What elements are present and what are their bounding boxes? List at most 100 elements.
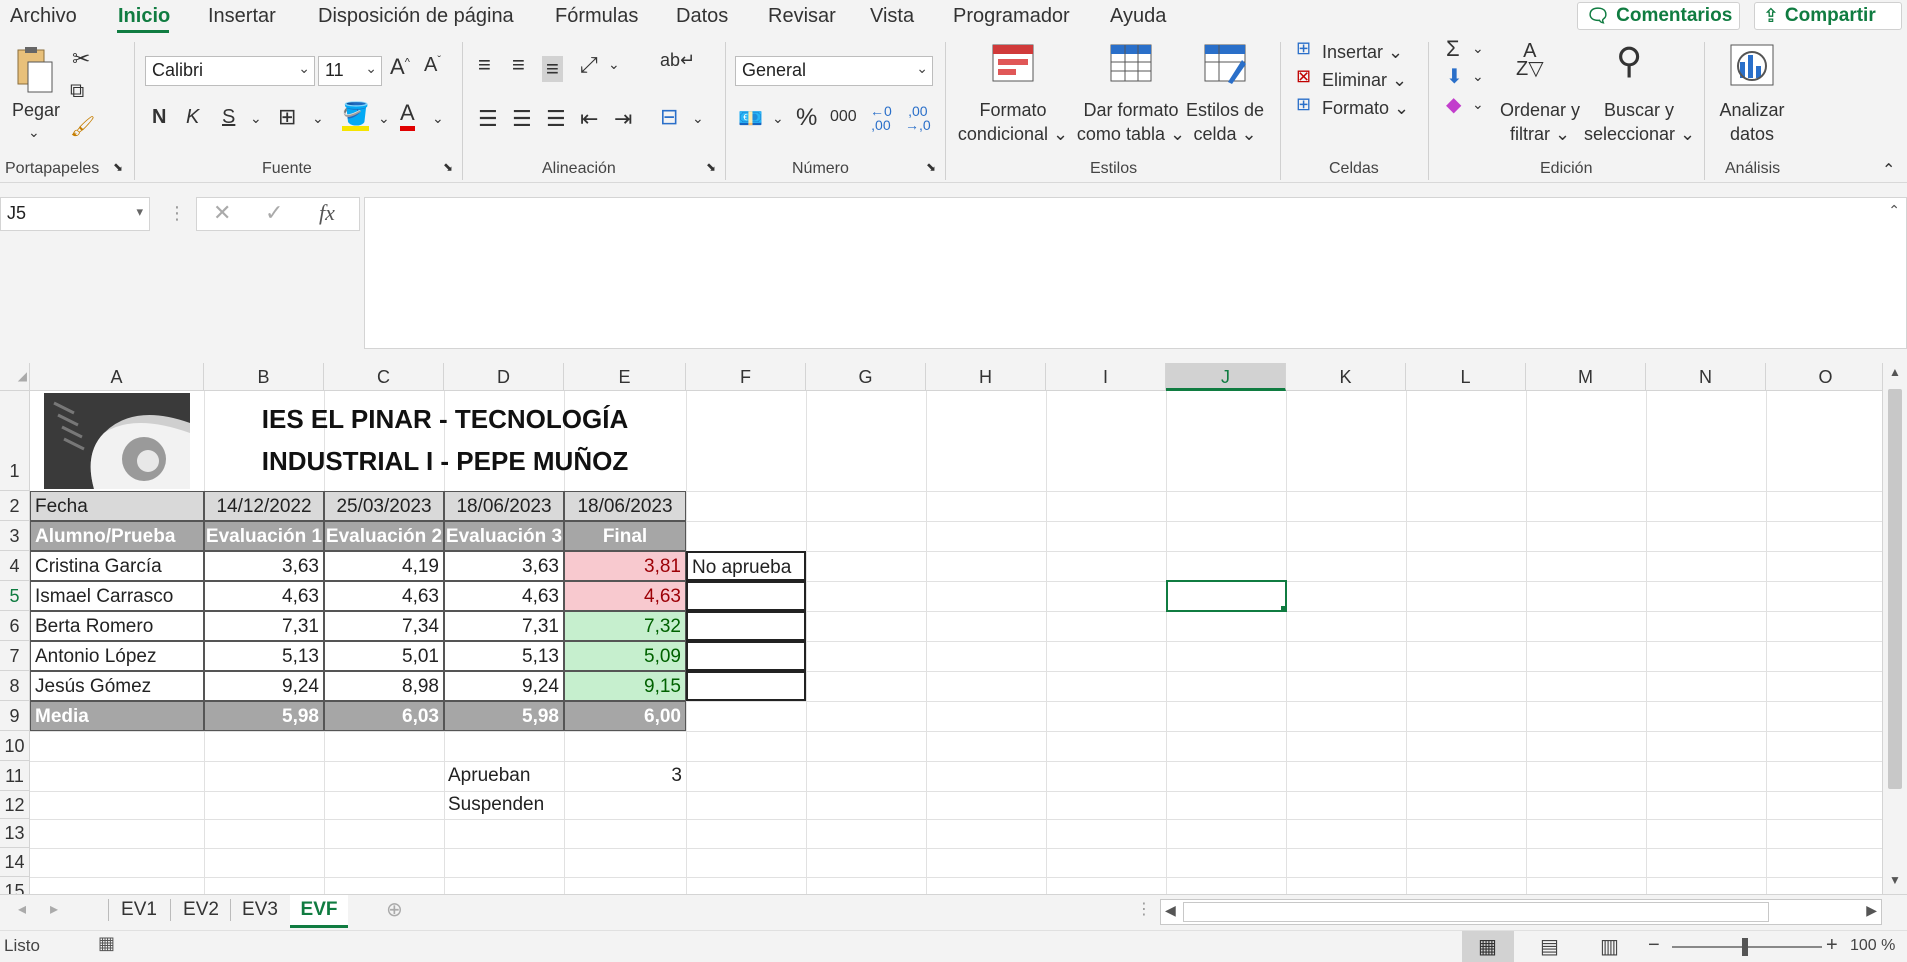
conditional-format-icon[interactable]	[990, 42, 1036, 86]
cell-c2[interactable]: 25/03/2023	[324, 491, 444, 521]
cell-b8[interactable]: 9,24	[204, 671, 324, 701]
chevron-down-icon[interactable]: ⌄	[1472, 40, 1484, 57]
insert-cells-button[interactable]: Insertar ⌄	[1322, 40, 1403, 64]
fill-icon[interactable]: ⬇	[1446, 64, 1463, 89]
row-header-9[interactable]: 9	[0, 701, 30, 731]
cell-a2[interactable]: Fecha	[30, 491, 204, 521]
column-header-n[interactable]: N	[1646, 363, 1766, 391]
cell-c3[interactable]: Evaluación 2	[324, 521, 444, 551]
cell-e3[interactable]: Final	[564, 521, 686, 551]
scroll-tabs-left-icon[interactable]: ◂	[18, 899, 26, 919]
number-format-select[interactable]: General ⌄	[735, 56, 933, 86]
add-sheet-icon[interactable]: ⊕	[386, 897, 403, 922]
column-header-m[interactable]: M	[1526, 363, 1646, 391]
collapse-formula-icon[interactable]: ⌃	[1888, 202, 1900, 219]
tab-ev2[interactable]: EV2	[172, 895, 230, 925]
merge-center-icon[interactable]: ⊟	[660, 104, 678, 130]
row-header-12[interactable]: 12	[0, 791, 30, 819]
row-header-1[interactable]: 1	[0, 391, 30, 491]
decrease-indent-icon[interactable]: ⇤	[580, 106, 598, 132]
cell-e5[interactable]: 4,63	[564, 581, 686, 611]
search-icon[interactable]: ⚲	[1616, 40, 1642, 82]
align-right-icon[interactable]: ☰	[546, 106, 566, 132]
menu-formulas[interactable]: Fórmulas	[555, 5, 638, 28]
chevron-down-icon[interactable]: ⌄	[250, 110, 262, 127]
cell-e6[interactable]: 7,32	[564, 611, 686, 641]
column-header-e[interactable]: E	[564, 363, 686, 391]
cut-icon[interactable]: ✂	[72, 46, 90, 72]
cancel-icon[interactable]: ✕	[213, 200, 231, 226]
cell-c5[interactable]: 4,63	[324, 581, 444, 611]
cell-styles-label[interactable]: Estilos de celda ⌄	[1182, 98, 1268, 146]
column-header-g[interactable]: G	[806, 363, 926, 391]
sheet-title-line1[interactable]: IES EL PINAR - TECNOLOGÍA	[204, 401, 686, 437]
paste-button[interactable]: Pegar	[12, 98, 60, 122]
cell-e9[interactable]: 6,00	[564, 701, 686, 731]
chevron-down-icon[interactable]: ⌄	[432, 110, 444, 127]
bold-button[interactable]: N	[152, 106, 166, 129]
cell-c8[interactable]: 8,98	[324, 671, 444, 701]
row-header-10[interactable]: 10	[0, 731, 30, 761]
cell-d6[interactable]: 7,31	[444, 611, 564, 641]
cell-f7[interactable]	[686, 641, 806, 671]
cell-d4[interactable]: 3,63	[444, 551, 564, 581]
column-header-c[interactable]: C	[324, 363, 444, 391]
menu-vista[interactable]: Vista	[870, 5, 914, 28]
row-header-3[interactable]: 3	[0, 521, 30, 551]
increase-font-icon[interactable]: A^	[390, 54, 410, 80]
chevron-down-icon[interactable]: ⌄	[312, 110, 324, 127]
cell-c4[interactable]: 4,19	[324, 551, 444, 581]
cell-a8[interactable]: Jesús Gómez	[30, 671, 204, 701]
cell-b5[interactable]: 4,63	[204, 581, 324, 611]
fill-color-icon[interactable]: 🪣	[342, 102, 370, 131]
spreadsheet-grid[interactable]: ◢ A B C D E F G H I J K L M N O 1 2 3 4 …	[0, 363, 1882, 894]
percent-icon[interactable]: %	[796, 104, 817, 132]
zoom-out-icon[interactable]: −	[1648, 934, 1660, 957]
font-name-select[interactable]: Calibri ⌄	[145, 56, 315, 86]
row-header-6[interactable]: 6	[0, 611, 30, 641]
format-cells-button[interactable]: Formato ⌄	[1322, 96, 1409, 120]
column-header-h[interactable]: H	[926, 363, 1046, 391]
enter-icon[interactable]: ✓	[265, 200, 283, 226]
decrease-font-icon[interactable]: Aˇ	[424, 54, 441, 77]
cell-d2[interactable]: 18/06/2023	[444, 491, 564, 521]
cell-b7[interactable]: 5,13	[204, 641, 324, 671]
row-header-8[interactable]: 8	[0, 671, 30, 701]
vertical-scrollbar[interactable]: ▲ ▼	[1882, 363, 1907, 894]
menu-disposicion[interactable]: Disposición de página	[318, 5, 514, 28]
select-all-corner[interactable]: ◢	[0, 363, 30, 391]
scroll-right-icon[interactable]: ▶	[1866, 902, 1877, 919]
tab-ev3[interactable]: EV3	[232, 895, 288, 925]
number-launcher-icon[interactable]: ⬊	[926, 160, 936, 174]
column-header-o[interactable]: O	[1766, 363, 1882, 391]
cell-b6[interactable]: 7,31	[204, 611, 324, 641]
currency-icon[interactable]: 💶	[738, 106, 763, 131]
italic-button[interactable]: K	[186, 106, 199, 129]
cell-b2[interactable]: 14/12/2022	[204, 491, 324, 521]
cell-styles-icon[interactable]	[1202, 42, 1248, 86]
menu-revisar[interactable]: Revisar	[768, 5, 836, 28]
column-header-k[interactable]: K	[1286, 363, 1406, 391]
autosum-icon[interactable]: Σ	[1446, 36, 1460, 62]
cell-c7[interactable]: 5,01	[324, 641, 444, 671]
insert-function-icon[interactable]: fx	[319, 200, 335, 226]
chevron-down-icon[interactable]: ⌄	[772, 110, 784, 127]
cell-b9[interactable]: 5,98	[204, 701, 324, 731]
cell-b3[interactable]: Evaluación 1	[204, 521, 324, 551]
staircase-image[interactable]	[44, 393, 190, 489]
row-header-14[interactable]: 14	[0, 848, 30, 877]
borders-icon[interactable]: ⊞	[278, 104, 296, 130]
chevron-down-icon[interactable]: ⌄	[692, 110, 704, 127]
normal-view-button[interactable]: ▦	[1462, 931, 1514, 962]
cell-d12[interactable]: Suspenden	[444, 791, 564, 819]
menu-programador[interactable]: Programador	[953, 5, 1070, 28]
scroll-up-icon[interactable]: ▲	[1889, 365, 1901, 379]
cell-a7[interactable]: Antonio López	[30, 641, 204, 671]
column-header-b[interactable]: B	[204, 363, 324, 391]
align-left-icon[interactable]: ☰	[478, 106, 498, 132]
cell-a9[interactable]: Media	[30, 701, 204, 731]
delete-cells-icon[interactable]: ⊠	[1296, 66, 1311, 87]
column-header-l[interactable]: L	[1406, 363, 1526, 391]
cell-d7[interactable]: 5,13	[444, 641, 564, 671]
align-middle-icon[interactable]: ≡	[512, 52, 525, 78]
